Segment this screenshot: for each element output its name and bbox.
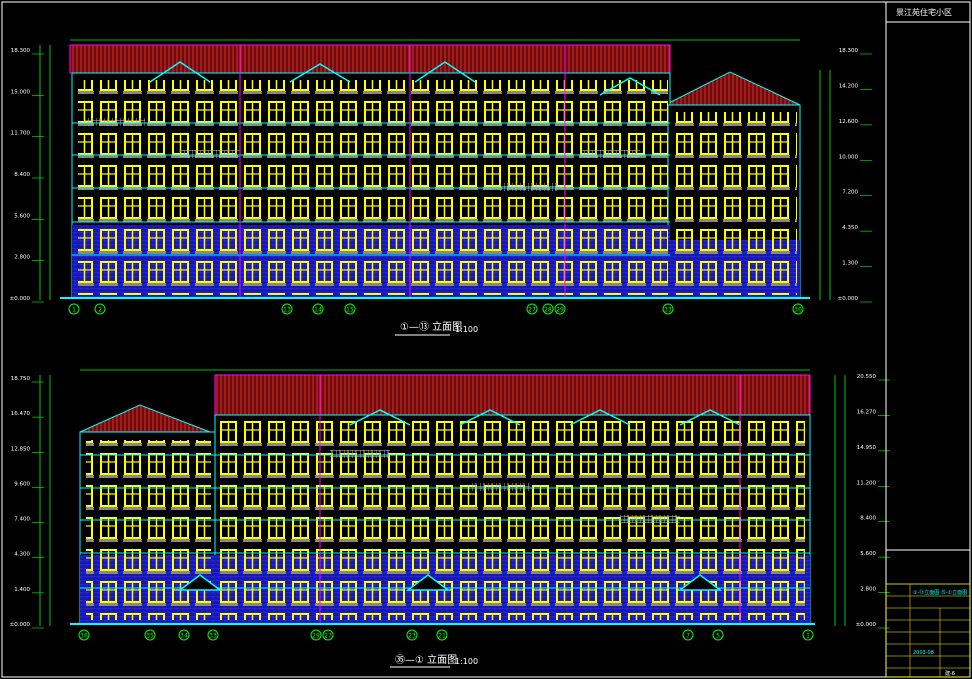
levels-top-right: 18.300 14.200 12.600 10.000 7.200 4.350 1.300 ±… — [838, 48, 872, 303]
axis-bubbles-top: 1 2 13 14 15 27 28 29 33 36 — [68, 303, 804, 315]
svg-text:①—⑬ 立面图: ①—⑬ 立面图 — [400, 320, 462, 333]
windows-bottom — [86, 440, 211, 620]
level-label: 20.550 — [857, 374, 877, 380]
bottom-axis-label: 34 — [180, 633, 188, 640]
svg-text:㉟—① 立面图: ㉟—① 立面图 — [395, 653, 457, 666]
drawing-date: 2003-08 — [913, 650, 934, 656]
bottom-axis-label: 5 — [716, 633, 720, 640]
caption-bottom: ㉟—① 立面图 1:100 — [390, 653, 478, 668]
sheet-number: 建-6 — [945, 670, 955, 677]
title-block: 景江苑住宅小区 ①-⑬立面图 ㉟-①立面图 2003-08 建-6 — [885, 2, 971, 678]
level-label: 8.400 — [860, 516, 876, 522]
level-label: 14.950 — [857, 445, 877, 451]
level-label: ±0.000 — [838, 296, 859, 302]
level-label: 12.850 — [11, 446, 31, 452]
level-label: 5.600 — [14, 213, 30, 219]
level-label: 16.470 — [11, 411, 31, 417]
top-axis-label: 2 — [98, 307, 102, 314]
level-label: 14.200 — [839, 83, 859, 89]
roof-top — [69, 44, 671, 74]
level-label: ±0.000 — [856, 622, 877, 628]
bottom-axis-label: 29 — [312, 633, 320, 640]
cad-drawing: 1 2 13 14 15 27 28 29 33 36 ①—⑬ 立面图 1:100 — [1, 1, 971, 678]
bottom-axis-label: 33 — [209, 633, 217, 640]
level-label: 4.300 — [14, 552, 30, 558]
level-label: 18.300 — [11, 48, 31, 54]
roof-gable-bottom — [79, 404, 211, 433]
top-axis-label: 28 — [544, 307, 552, 314]
top-axis-label: 29 — [556, 307, 564, 314]
levels-bottom-left: 18.750 16.470 12.850 9.600 7.400 4.300 1.400 ±0… — [10, 376, 44, 629]
level-label: 10.000 — [839, 154, 859, 160]
top-axis-label: 27 — [528, 307, 536, 314]
level-label: 18.750 — [11, 376, 31, 382]
level-label: 16.270 — [857, 409, 877, 415]
level-label: 18.300 — [839, 48, 859, 54]
bottom-axis-label: 23 — [408, 633, 416, 640]
roof-bottom — [214, 374, 811, 416]
level-label: 4.350 — [842, 225, 858, 231]
caption-top: ①—⑬ 立面图 1:100 — [395, 320, 478, 336]
level-label: ±0.000 — [10, 296, 31, 302]
bottom-axis-label: 7 — [686, 633, 690, 640]
axis-bubbles-bottom: 36 35 34 33 29 27 23 21 7 5 1 — [78, 629, 814, 641]
level-label: 7.400 — [14, 517, 30, 523]
bottom-axis-label: 36 — [80, 633, 88, 640]
top-axis-label: 15 — [346, 307, 354, 314]
top-axis-label: 1 — [72, 307, 76, 314]
top-axis-label: 14 — [314, 307, 322, 314]
bottom-axis-label: 21 — [438, 633, 446, 640]
top-axis-label: 13 — [283, 307, 291, 314]
level-label: 15.000 — [11, 89, 31, 95]
top-axis-label: 33 — [664, 307, 672, 314]
level-label: 12.600 — [839, 119, 859, 125]
level-label: ±0.000 — [10, 622, 31, 628]
bottom-axis-label: 27 — [324, 633, 332, 640]
levels-bottom-right: 20.550 16.270 14.950 11.200 8.400 5.600 2.800 ±… — [856, 374, 890, 629]
svg-text:1:100: 1:100 — [455, 325, 478, 334]
level-label: 9.600 — [14, 481, 30, 487]
level-label: 11.700 — [11, 131, 31, 137]
bottom-axis-label: 35 — [146, 633, 154, 640]
elevation-bottom — [39, 369, 846, 626]
svg-text:1:100: 1:100 — [455, 657, 478, 666]
level-label: 8.400 — [14, 172, 30, 178]
elevation-top — [39, 39, 831, 300]
top-axis-label: 36 — [794, 307, 802, 314]
roof-gable-top — [664, 71, 801, 106]
levels-top-left: 18.300 15.000 11.700 8.400 5.600 2.800 ±0.000 — [10, 48, 44, 303]
project-name: 景江苑住宅小区 — [896, 7, 952, 17]
level-label: 1.300 — [842, 261, 858, 267]
level-label: 1.400 — [14, 587, 30, 593]
level-label: 7.200 — [842, 190, 858, 196]
bottom-axis-label: 1 — [806, 633, 810, 640]
level-label: 2.800 — [14, 255, 30, 261]
level-label: 11.200 — [857, 480, 877, 486]
drawing-title: ①-⑬立面图 ㉟-①立面图 — [913, 589, 967, 596]
level-label: 2.800 — [860, 587, 876, 593]
level-label: 5.600 — [860, 551, 876, 557]
